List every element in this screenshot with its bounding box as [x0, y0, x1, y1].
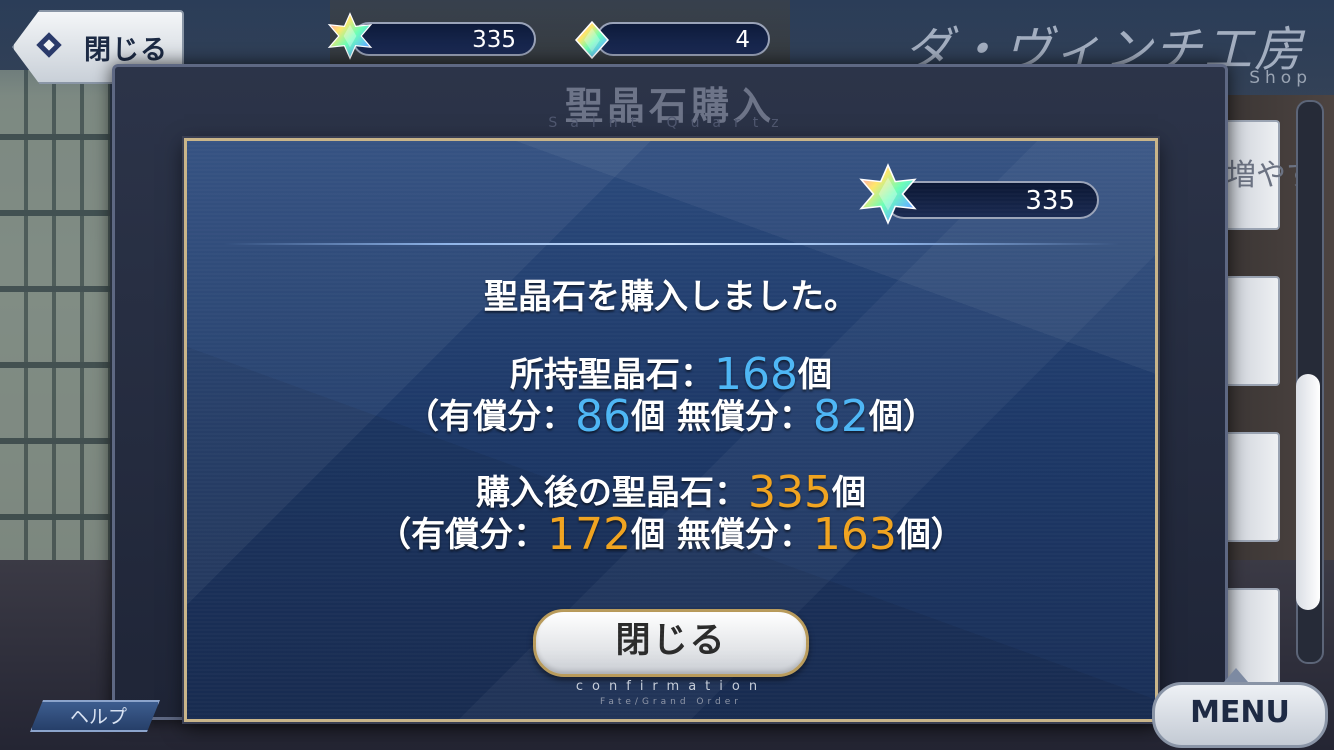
purchase-complete-message: 聖晶石を購入しました。 [484, 277, 858, 317]
menu-arrow-icon [1224, 668, 1248, 682]
free-label: 無償分： [676, 397, 813, 437]
unit-label: 個 [631, 515, 666, 555]
list-item[interactable] [1222, 276, 1280, 386]
dialog-footer: confirmation [575, 679, 767, 694]
owned-breakdown-line: （有償分：86個 無償分：82個） [187, 389, 1155, 442]
close-paren: ） [930, 515, 965, 555]
help-button[interactable]: ヘルプ [30, 700, 160, 732]
list-item[interactable] [1222, 432, 1280, 542]
owned-free: 82 [812, 391, 869, 442]
saint-quartz-icon [327, 12, 373, 60]
dialog-footer-sub: Fate/Grand Order [599, 697, 742, 707]
free-label: 無償分： [676, 515, 813, 555]
after-free: 163 [812, 509, 897, 560]
back-chevron-icon [36, 32, 62, 58]
after-paid: 172 [547, 509, 632, 560]
after-breakdown-line: （有償分：172個 無償分：163個） [187, 507, 1155, 560]
dialog-divider [223, 243, 1119, 245]
quartz-fragment-counter: 4 [596, 22, 770, 56]
paid-label: （有償分： [405, 397, 576, 437]
paid-label: （有償分： [377, 515, 548, 555]
saint-quartz-counter: 335 [352, 22, 536, 56]
header-close-label: 閉じる [84, 35, 168, 66]
unit-label: 個 [631, 397, 666, 437]
owned-paid: 86 [575, 391, 632, 442]
quartz-fragment-icon [574, 20, 610, 60]
background-window [0, 70, 110, 590]
scrollbar-thumb[interactable] [1296, 374, 1320, 610]
menu-button[interactable]: MENU [1152, 682, 1328, 748]
saint-quartz-icon [859, 163, 917, 225]
dialog-close-button[interactable]: 閉じる [533, 609, 809, 677]
panel-subtitle: Saint Quartz [548, 115, 792, 131]
shop-subtitle: Shop [1249, 68, 1312, 88]
close-paren: ） [902, 397, 937, 437]
unit-label: 個 [868, 397, 903, 437]
confirmation-dialog: 335 聖晶石を購入しました。 所持聖晶石：168個 （有償分：86個 無償分：… [184, 138, 1158, 722]
unit-label: 個 [896, 515, 931, 555]
